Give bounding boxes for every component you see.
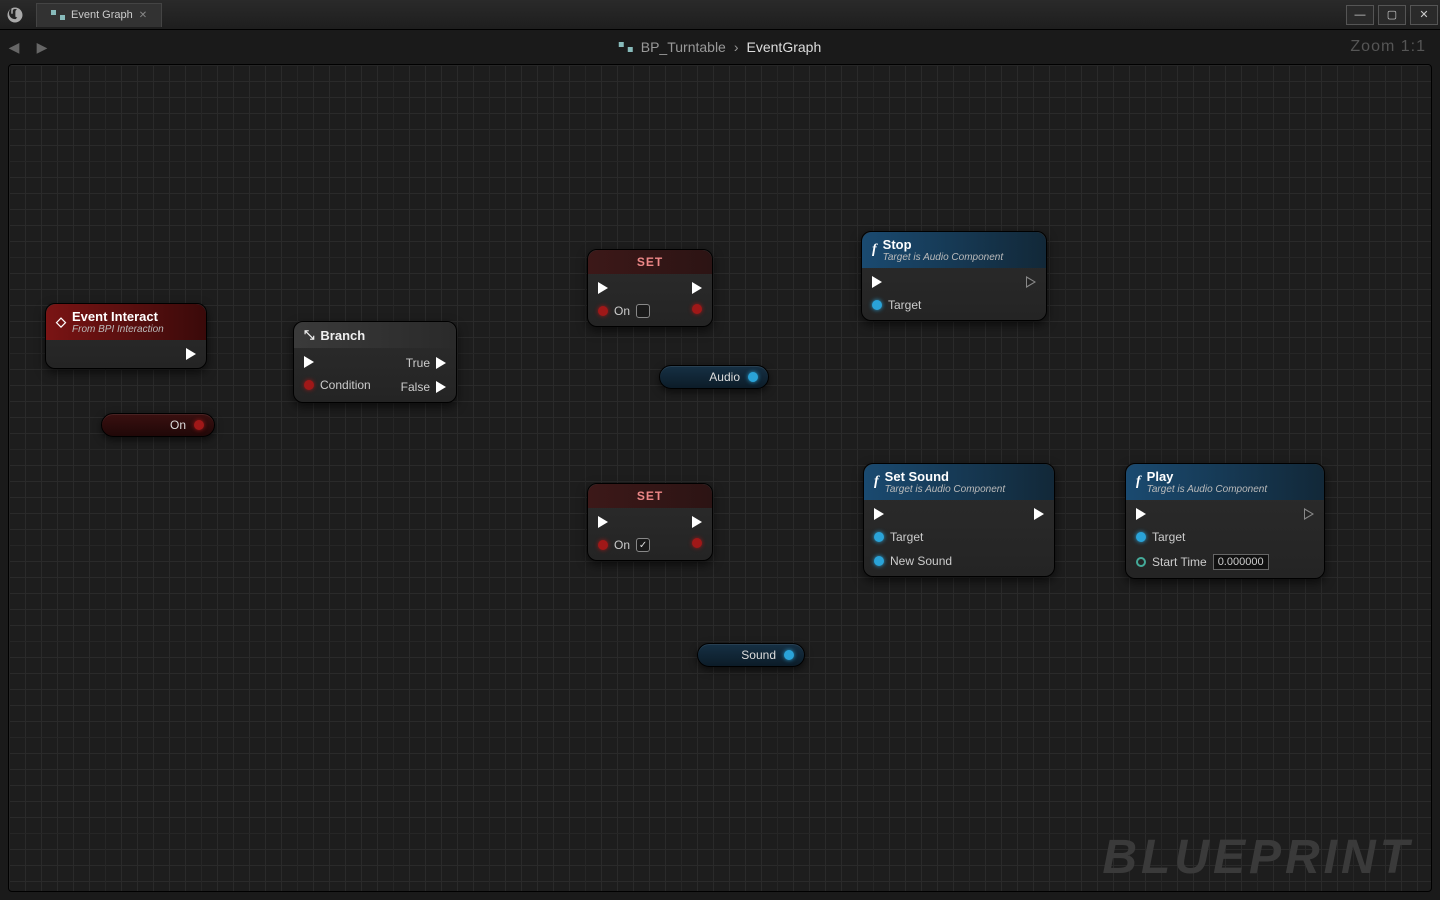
node-title: Event Interact — [72, 309, 158, 324]
node-title: Play — [1147, 469, 1174, 484]
function-icon: f — [1136, 474, 1141, 490]
function-icon: f — [872, 242, 877, 258]
node-play[interactable]: f Play Target is Audio Component Target … — [1125, 463, 1325, 579]
var-in-pin[interactable]: On — [598, 304, 650, 318]
node-title: Set Sound — [885, 469, 949, 484]
node-header: SET — [588, 484, 712, 508]
node-header: f Play Target is Audio Component — [1126, 464, 1324, 500]
pill-label: Audio — [709, 370, 740, 384]
graph-canvas[interactable]: ◇ Event Interact From BPI Interaction ⤡ … — [8, 64, 1432, 892]
exec-in-pin[interactable] — [872, 276, 921, 288]
node-title: SET — [637, 489, 663, 503]
connection-wires — [9, 65, 309, 215]
var-in-pin[interactable]: On — [598, 538, 650, 552]
window-buttons: — ▢ ✕ — [1344, 1, 1440, 29]
node-set-on-false[interactable]: SET On — [587, 249, 713, 327]
graph-icon — [51, 10, 65, 20]
event-icon: ◇ — [56, 314, 66, 330]
newsound-pin[interactable]: New Sound — [874, 554, 952, 568]
var-out-pin[interactable] — [692, 538, 702, 548]
node-branch[interactable]: ⤡ Branch Condition True False — [293, 321, 457, 403]
exec-out-pin[interactable] — [1304, 508, 1314, 520]
exec-out-pin[interactable] — [692, 516, 702, 528]
starttime-value[interactable]: 0.000000 — [1213, 554, 1269, 570]
node-subtitle: Target is Audio Component — [1147, 484, 1267, 495]
graph-icon — [619, 42, 633, 52]
node-header: ◇ Event Interact From BPI Interaction — [46, 304, 206, 340]
nav-fwd-button[interactable]: ▶ — [32, 37, 52, 57]
target-pin[interactable]: Target — [1136, 530, 1269, 544]
node-title: Stop — [883, 237, 912, 252]
close-icon[interactable]: ✕ — [139, 10, 147, 21]
variable-on[interactable]: On — [101, 413, 215, 437]
variable-audio[interactable]: Audio — [659, 365, 769, 389]
exec-out-pin[interactable] — [186, 348, 196, 360]
exec-out-pin[interactable] — [692, 282, 702, 294]
node-subtitle: Target is Audio Component — [885, 484, 1005, 495]
exec-in-pin[interactable] — [1136, 508, 1269, 520]
breadcrumb-graph[interactable]: EventGraph — [747, 39, 822, 55]
node-subtitle: Target is Audio Component — [883, 252, 1003, 263]
target-pin[interactable]: Target — [874, 530, 952, 544]
bool-checkbox[interactable] — [636, 538, 650, 552]
node-title: SET — [637, 255, 663, 269]
exec-in-pin[interactable] — [304, 356, 371, 368]
maximize-button[interactable]: ▢ — [1378, 5, 1406, 25]
exec-in-pin[interactable] — [598, 282, 650, 294]
node-header: f Set Sound Target is Audio Component — [864, 464, 1054, 500]
node-set-on-true[interactable]: SET On — [587, 483, 713, 561]
node-subtitle: From BPI Interaction — [72, 324, 164, 335]
node-title: Branch — [320, 328, 365, 343]
breadcrumb-bar: ◀ ▶ BP_Turntable › EventGraph Zoom 1:1 — [0, 30, 1440, 64]
node-header: ⤡ Branch — [294, 322, 456, 348]
exec-in-pin[interactable] — [874, 508, 952, 520]
node-event-interact[interactable]: ◇ Event Interact From BPI Interaction — [45, 303, 207, 369]
node-stop[interactable]: f Stop Target is Audio Component Target — [861, 231, 1047, 321]
exec-out-pin[interactable] — [1026, 276, 1036, 288]
condition-pin[interactable]: Condition — [304, 378, 371, 392]
title-bar: Event Graph ✕ — ▢ ✕ — [0, 0, 1440, 30]
tab-event-graph[interactable]: Event Graph ✕ — [36, 3, 162, 27]
pill-label: On — [170, 418, 186, 432]
true-exec-pin[interactable]: True — [401, 356, 446, 370]
window-close-button[interactable]: ✕ — [1410, 5, 1438, 25]
chevron-right-icon: › — [734, 39, 739, 55]
pill-label: Sound — [741, 648, 776, 662]
branch-icon: ⤡ — [304, 327, 314, 343]
function-icon: f — [874, 474, 879, 490]
node-set-sound[interactable]: f Set Sound Target is Audio Component Ta… — [863, 463, 1055, 577]
exec-in-pin[interactable] — [598, 516, 650, 528]
node-header: SET — [588, 250, 712, 274]
unreal-logo-icon — [0, 0, 30, 30]
breadcrumb-blueprint[interactable]: BP_Turntable — [641, 39, 726, 55]
blueprint-watermark: BLUEPRINT — [1102, 830, 1413, 885]
node-header: f Stop Target is Audio Component — [862, 232, 1046, 268]
tab-label: Event Graph — [71, 9, 133, 21]
exec-out-pin[interactable] — [1034, 508, 1044, 520]
target-pin[interactable]: Target — [872, 298, 921, 312]
minimize-button[interactable]: — — [1346, 5, 1374, 25]
variable-sound[interactable]: Sound — [697, 643, 805, 667]
false-exec-pin[interactable]: False — [401, 380, 446, 394]
starttime-pin[interactable]: Start Time0.000000 — [1136, 554, 1269, 570]
zoom-indicator: Zoom 1:1 — [1350, 38, 1426, 56]
bool-checkbox[interactable] — [636, 304, 650, 318]
nav-back-button[interactable]: ◀ — [4, 37, 24, 57]
var-out-pin[interactable] — [692, 304, 702, 314]
